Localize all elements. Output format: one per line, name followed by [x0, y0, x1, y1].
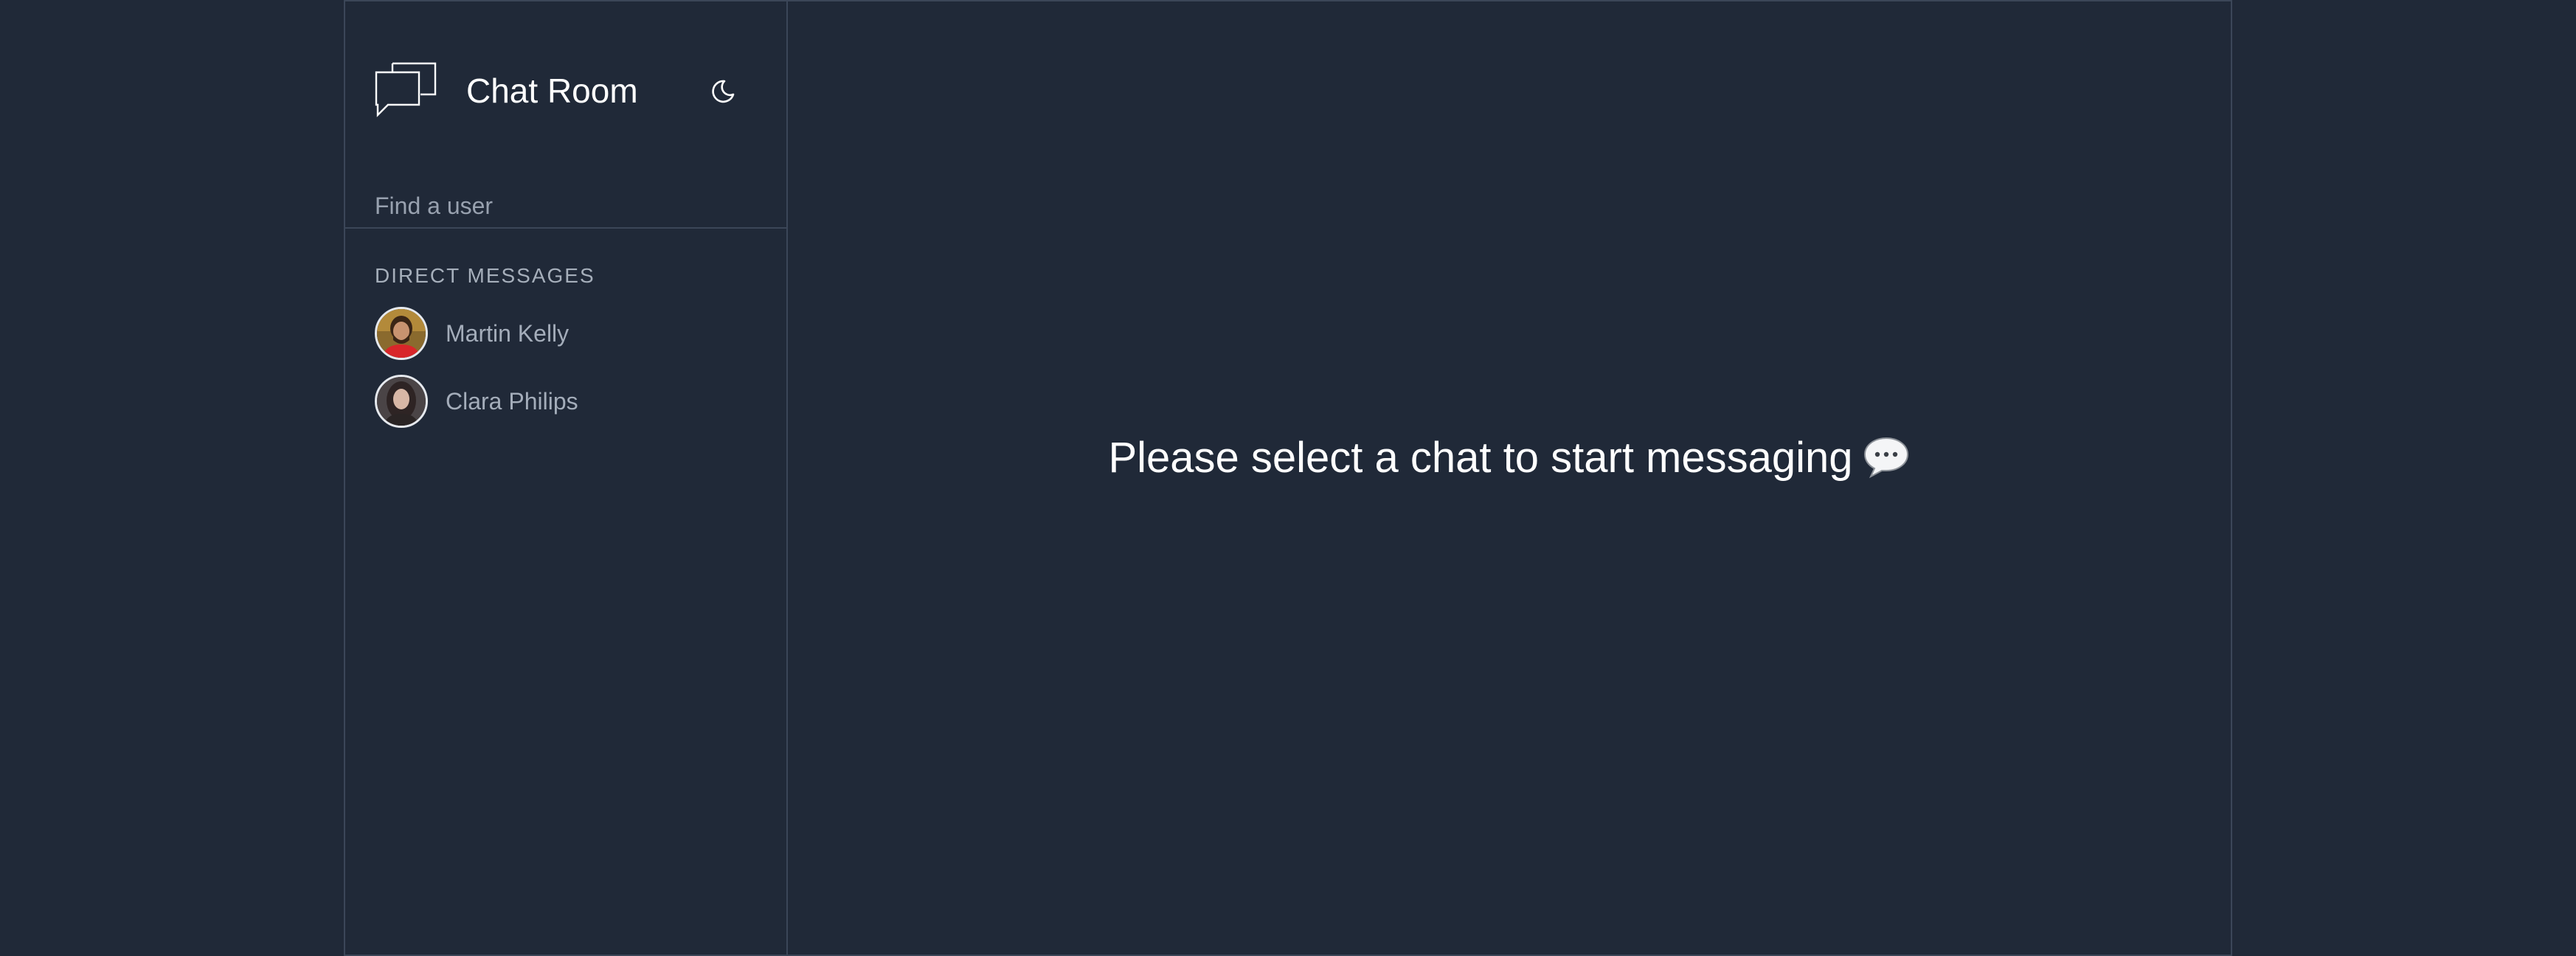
- avatar: [375, 375, 428, 428]
- app-window: Chat Room DIRECT MESSAGES Martin: [344, 0, 2232, 956]
- app-title: Chat Room: [466, 72, 638, 110]
- section-heading-direct-messages: DIRECT MESSAGES: [375, 264, 595, 287]
- find-user-input[interactable]: [345, 184, 786, 227]
- dm-name: Clara Philips: [446, 387, 578, 415]
- chat-area: Please select a chat to start messaging: [788, 1, 2231, 955]
- dm-name: Martin Kelly: [446, 319, 569, 347]
- direct-messages-list: Martin Kelly Clara Philips: [375, 305, 578, 441]
- dm-item-martin-kelly[interactable]: Martin Kelly: [375, 305, 578, 361]
- search-bar: [345, 184, 786, 229]
- empty-state: Please select a chat to start messaging: [1108, 433, 1910, 482]
- dm-item-clara-philips[interactable]: Clara Philips: [375, 373, 578, 429]
- speech-bubble-icon: [1863, 437, 1908, 479]
- theme-toggle-button[interactable]: [710, 78, 736, 105]
- empty-state-message: Please select a chat to start messaging: [1108, 433, 1853, 482]
- chat-bubbles-icon: [375, 62, 437, 117]
- avatar: [375, 307, 428, 360]
- sidebar: Chat Room DIRECT MESSAGES Martin: [345, 1, 788, 955]
- brand: Chat Room: [375, 62, 638, 119]
- moon-icon: [712, 80, 735, 103]
